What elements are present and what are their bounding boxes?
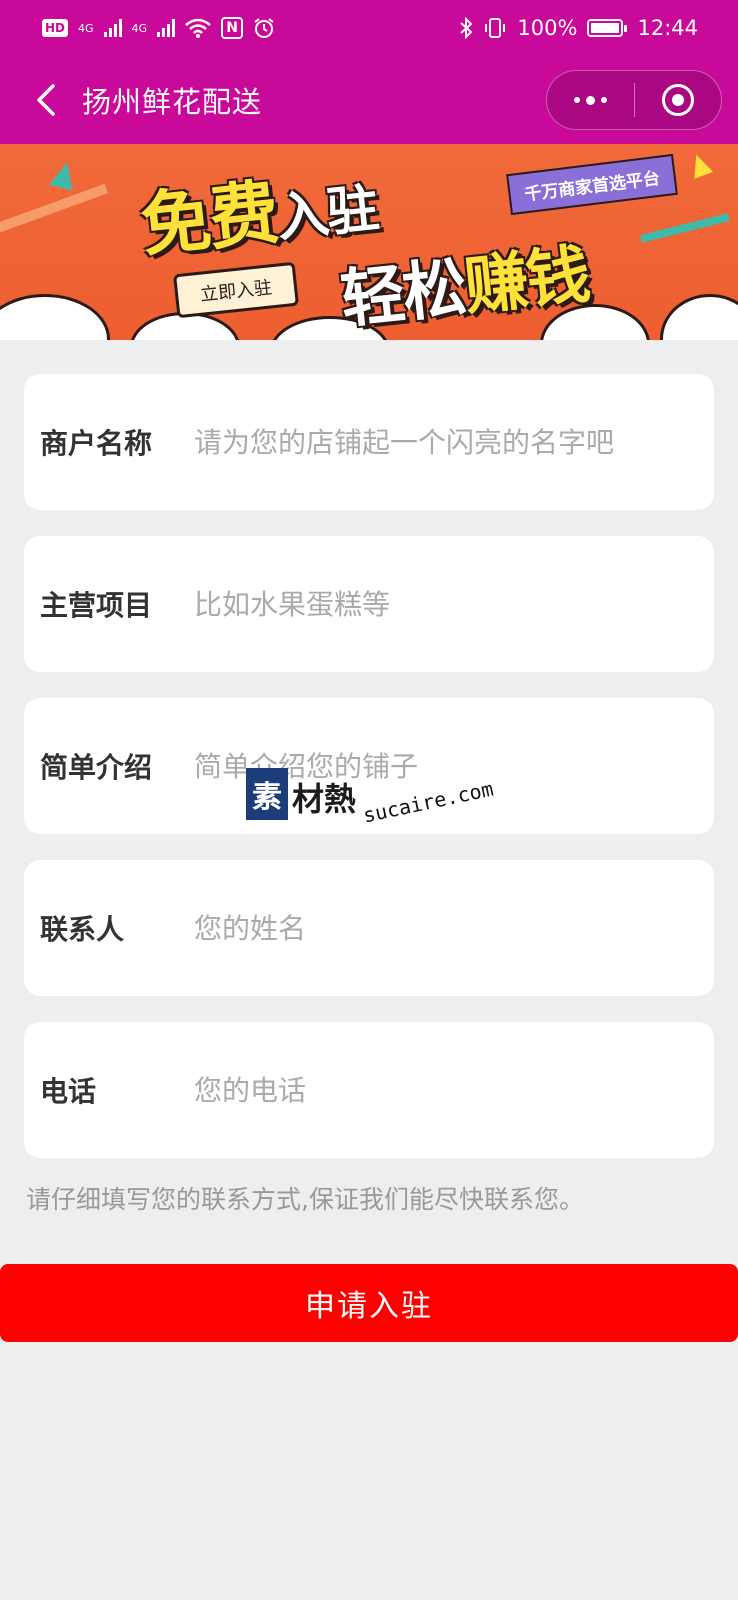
stripe-decoration xyxy=(0,183,109,235)
navigation-bar: 扬州鲜花配送 xyxy=(0,56,738,144)
nfc-icon: N xyxy=(221,17,244,39)
cloud-decoration xyxy=(660,294,738,340)
triangle-decoration xyxy=(686,151,714,179)
network-label-1: 4G xyxy=(78,21,94,35)
form-hint: 请仔细填写您的联系方式,保证我们能尽快联系您。 xyxy=(26,1185,584,1214)
alarm-icon xyxy=(254,18,274,38)
more-button[interactable] xyxy=(547,70,634,130)
form-row-merchant-name: 商户名称 xyxy=(24,374,714,510)
banner-title-plain: 轻松 xyxy=(337,251,469,338)
back-button[interactable] xyxy=(26,80,66,120)
signal-icon-2 xyxy=(157,19,176,37)
signal-icon-1 xyxy=(103,19,122,37)
form-row-contact-person: 联系人 xyxy=(24,860,714,996)
banner-title-big: 免费 xyxy=(136,171,281,268)
banner-title-small: 入驻 xyxy=(274,178,380,249)
banner-cta-button[interactable]: 立即入驻 xyxy=(173,261,299,319)
clock: 12:44 xyxy=(637,16,698,40)
vibrate-icon xyxy=(485,18,506,38)
banner-tag: 千万商家首选平台 xyxy=(506,153,678,216)
watermark-logo: 素 xyxy=(246,768,288,820)
main-business-label: 主营项目 xyxy=(40,589,153,622)
status-right: 100% 12:44 xyxy=(459,16,698,40)
status-left: HD 4G 4G N xyxy=(42,17,275,39)
close-miniprogram-button[interactable] xyxy=(635,70,721,130)
stripe-decoration xyxy=(640,213,730,243)
submit-application-button[interactable]: 申请入驻 xyxy=(0,1264,738,1342)
status-bar: HD 4G 4G N 100% 12:44 xyxy=(0,0,738,56)
phone-input[interactable] xyxy=(194,1060,694,1120)
merchant-name-label: 商户名称 xyxy=(40,427,153,460)
phone-label: 电话 xyxy=(40,1075,97,1108)
watermark: 素 材熱 sucaire.com xyxy=(246,768,496,828)
page-title: 扬州鲜花配送 xyxy=(82,85,263,119)
battery-percent: 100% xyxy=(517,16,578,40)
contact-person-input[interactable] xyxy=(194,898,694,958)
triangle-decoration xyxy=(49,159,79,191)
hd-badge: HD xyxy=(42,19,69,37)
miniprogram-capsule xyxy=(546,70,722,130)
main-business-input[interactable] xyxy=(194,574,694,634)
more-dots-icon xyxy=(574,95,607,105)
battery-icon xyxy=(587,19,628,37)
network-label-2: 4G xyxy=(131,21,148,35)
watermark-text: 材熱 xyxy=(292,780,357,818)
cloud-decoration xyxy=(0,294,110,340)
chevron-left-icon xyxy=(37,84,55,116)
introduction-label: 简单介绍 xyxy=(40,751,153,784)
contact-person-label: 联系人 xyxy=(40,913,125,946)
promo-banner[interactable]: 千万商家首选平台 免费入驻 立即入驻 轻松赚钱 xyxy=(0,144,738,340)
form-row-main-business: 主营项目 xyxy=(24,536,714,672)
wifi-icon xyxy=(185,18,211,38)
banner-title-highlight: 赚钱 xyxy=(460,238,592,325)
merchant-name-input[interactable] xyxy=(194,412,694,472)
watermark-url: sucaire.com xyxy=(360,776,496,828)
target-icon xyxy=(661,84,694,116)
bluetooth-icon xyxy=(460,17,473,39)
form-row-phone: 电话 xyxy=(24,1022,714,1158)
